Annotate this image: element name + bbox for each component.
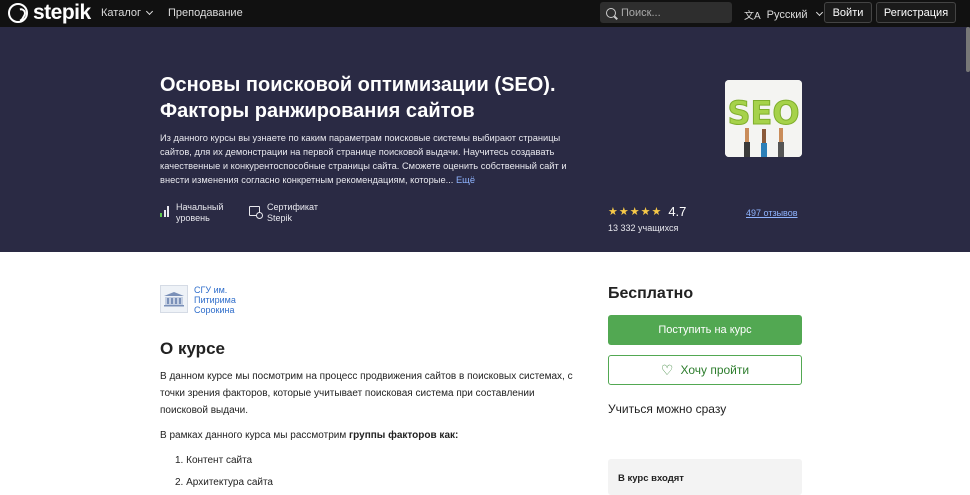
wishlist-button[interactable]: ♡ Хочу пройти	[608, 355, 802, 385]
register-button[interactable]: Регистрация	[876, 2, 956, 23]
university-logo-icon	[160, 285, 188, 313]
organization[interactable]: СГУ им. Питирима Сорокина	[160, 285, 254, 315]
wishlist-label: Хочу пройти	[680, 363, 750, 377]
more-link[interactable]: Ещё	[456, 175, 475, 185]
login-button[interactable]: Войти	[824, 2, 872, 23]
list-item: 1. Контент сайта	[175, 455, 253, 466]
stepik-logo-icon	[8, 3, 28, 23]
organization-name[interactable]: СГУ им. Питирима Сорокина	[194, 285, 254, 315]
teaching-link[interactable]: Преподавание	[168, 7, 243, 19]
certificate-icon	[249, 206, 263, 219]
star-rating-icon: ★★★★★	[608, 206, 663, 218]
course-summary-text: Из данного курсы вы узнаете по каким пар…	[160, 133, 567, 185]
enroll-button[interactable]: Поступить на курс	[608, 315, 802, 345]
translate-icon: 文A	[744, 11, 761, 22]
course-title: Основы поисковой оптимизации (SEO). Факт…	[160, 72, 600, 124]
course-certificate: Сертификат Stepik	[249, 202, 318, 224]
students-count: 13 332 учащихся	[608, 223, 679, 233]
about-paragraph-1: В данном курсе мы посмотрим на процесс п…	[160, 371, 573, 416]
heart-icon: ♡	[660, 362, 674, 378]
course-hero: Основы поисковой оптимизации (SEO). Факт…	[0, 27, 970, 252]
search-box[interactable]	[600, 2, 732, 23]
course-cover-image: SEO	[725, 80, 802, 157]
course-title-line2: Факторы ранжирования сайтов	[160, 100, 475, 122]
top-navbar: stepik Каталог Преподавание 文A Русский В…	[0, 0, 970, 27]
search-input[interactable]	[621, 6, 721, 19]
course-includes-card: В курс входят	[608, 459, 802, 495]
level-text: Начальный уровень	[176, 202, 224, 223]
search-icon	[606, 7, 616, 18]
seo-balloons-image: SEO	[725, 80, 802, 157]
course-summary: Из данного курсы вы узнаете по каким пар…	[160, 131, 580, 187]
course-includes-label: В курс входят	[618, 473, 684, 484]
stepik-logo[interactable]: stepik	[8, 1, 91, 24]
course-title-line1: Основы поисковой оптимизации (SEO).	[160, 74, 556, 96]
reviews-link[interactable]: 497 отзывов	[746, 208, 798, 218]
certificate-text: Сертификат Stepik	[267, 202, 318, 223]
page-scrollbar[interactable]	[966, 27, 970, 72]
language-label: Русский	[766, 8, 808, 21]
about-paragraph-2: В рамках данного курса мы рассмотрим гру…	[160, 430, 459, 441]
language-selector[interactable]: 文A Русский	[744, 7, 823, 22]
signal-bars-icon	[160, 206, 169, 217]
chevron-down-icon	[145, 7, 154, 16]
course-price: Бесплатно	[608, 285, 694, 302]
logo-text: stepik	[33, 1, 91, 24]
rating-value: 4.7	[668, 204, 687, 219]
catalog-label: Каталог	[101, 7, 141, 19]
chevron-down-icon	[815, 8, 823, 17]
list-item: 2. Архитектура сайта	[175, 477, 273, 488]
course-rating: ★★★★★ 4.7	[608, 204, 686, 219]
course-level: Начальный уровень	[160, 202, 223, 224]
about-heading: О курсе	[160, 339, 225, 358]
seo-balloon-letters: SEO	[727, 94, 799, 132]
catalog-menu[interactable]: Каталог	[101, 7, 154, 19]
start-now-text: Учиться можно сразу	[608, 402, 727, 416]
